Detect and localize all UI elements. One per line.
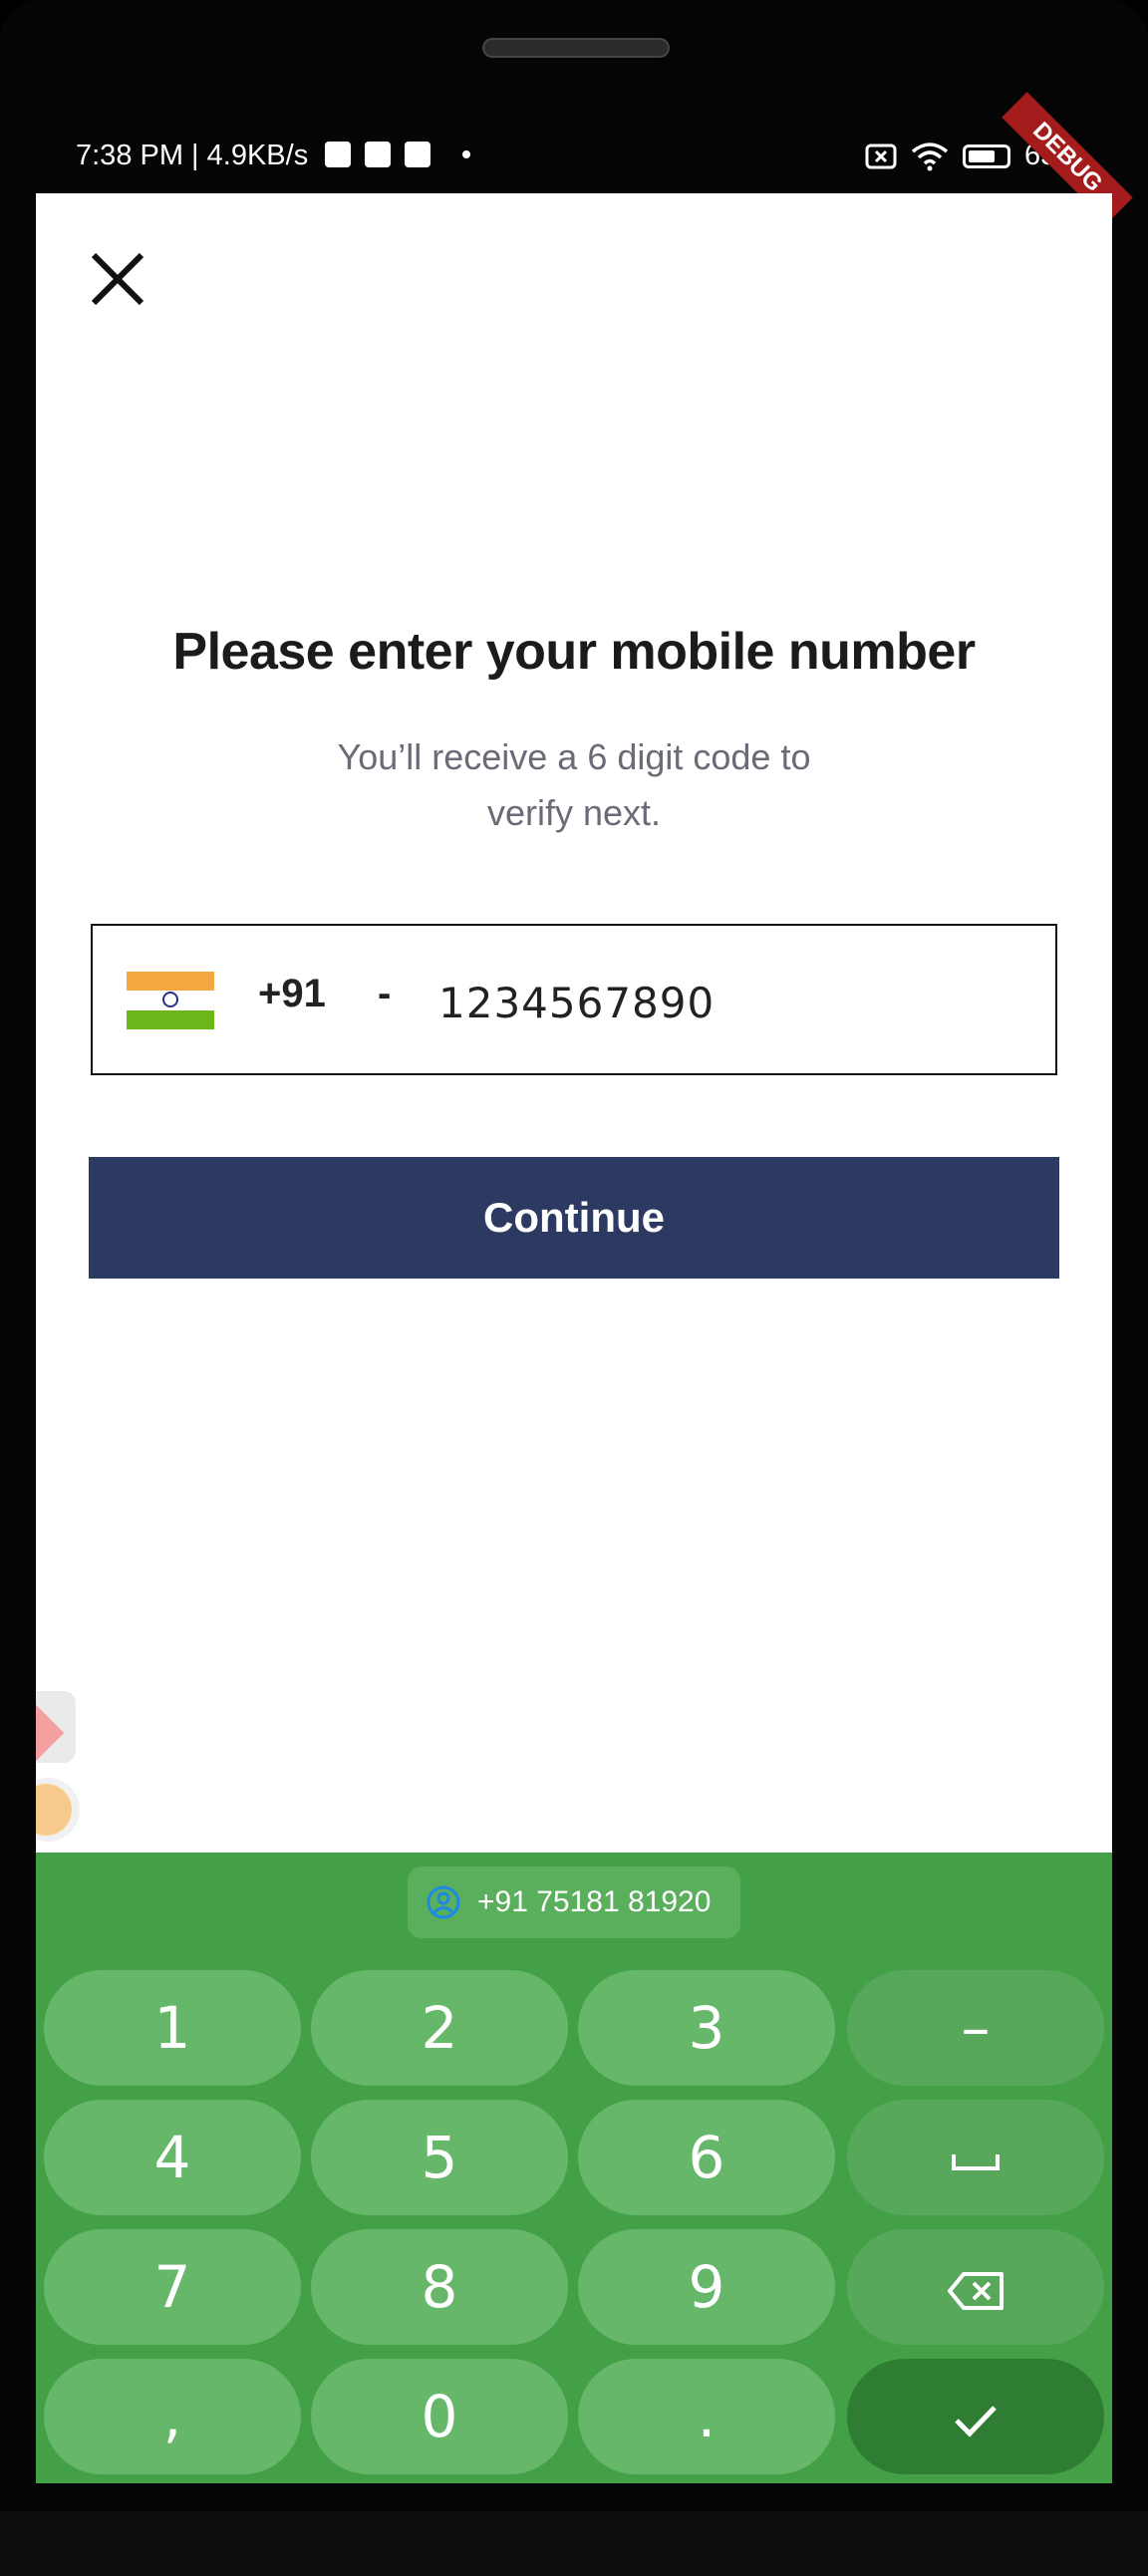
- login-screen: Please enter your mobile number You’ll r…: [36, 193, 1112, 2483]
- key-8[interactable]: 8: [311, 2229, 568, 2345]
- key-6[interactable]: 6: [578, 2100, 835, 2215]
- status-time: 7:38 PM | 4.9KB/s: [76, 140, 309, 171]
- contact-icon: [427, 1885, 460, 1919]
- more-dot-icon: [462, 150, 470, 158]
- notification-icons: [325, 142, 470, 167]
- app-notification-icon: [405, 142, 430, 167]
- key-period[interactable]: .: [578, 2359, 835, 2474]
- close-icon: [91, 252, 144, 306]
- status-bar: 7:38 PM | 4.9KB/s 63%: [36, 128, 1112, 189]
- key-space[interactable]: [847, 2100, 1104, 2215]
- key-2[interactable]: 2: [311, 1970, 568, 2086]
- floating-app-bubble[interactable]: [36, 1691, 76, 1763]
- space-icon: [952, 2153, 1000, 2170]
- floating-app-bubble[interactable]: [36, 1778, 80, 1842]
- close-button[interactable]: [86, 247, 149, 311]
- key-comma[interactable]: ,: [44, 2359, 301, 2474]
- code-separator: -: [378, 972, 392, 1015]
- device-bottom-edge: [0, 2511, 1148, 2576]
- key-7[interactable]: 7: [44, 2229, 301, 2345]
- key-4[interactable]: 4: [44, 2100, 301, 2215]
- key-minus[interactable]: –: [847, 1970, 1104, 2086]
- key-3[interactable]: 3: [578, 1970, 835, 2086]
- speaker-grille: [482, 38, 670, 58]
- checkmark-icon: [955, 2406, 997, 2437]
- backspace-icon: [948, 2271, 1004, 2310]
- phone-input[interactable]: [436, 970, 1018, 1035]
- phone-number-field[interactable]: +91 -: [91, 924, 1057, 1075]
- wifi-icon: [911, 142, 949, 170]
- key-9[interactable]: 9: [578, 2229, 835, 2345]
- numeric-keyboard: +91 75181 81920 1 2 3 – 4 5 6 7 8 9 , 0 …: [36, 1853, 1112, 2483]
- phone-suggestion-chip[interactable]: +91 75181 81920: [408, 1866, 740, 1938]
- suggestion-text: +91 75181 81920: [477, 1885, 712, 1918]
- key-5[interactable]: 5: [311, 2100, 568, 2215]
- india-flag-icon[interactable]: [127, 972, 214, 1029]
- calendar-icon: [325, 142, 351, 167]
- page-subtitle: You’ll receive a 6 digit code to verify …: [337, 736, 811, 833]
- battery-icon: [962, 143, 1010, 168]
- page-title: Please enter your mobile number: [172, 623, 976, 681]
- key-1[interactable]: 1: [44, 1970, 301, 2086]
- key-done[interactable]: [847, 2359, 1104, 2474]
- key-backspace[interactable]: [847, 2229, 1104, 2345]
- sim-off-icon: [865, 143, 897, 168]
- country-code[interactable]: +91: [258, 972, 326, 1016]
- app-notification-icon: [365, 142, 391, 167]
- continue-button[interactable]: Continue: [89, 1157, 1059, 1279]
- key-0[interactable]: 0: [311, 2359, 568, 2474]
